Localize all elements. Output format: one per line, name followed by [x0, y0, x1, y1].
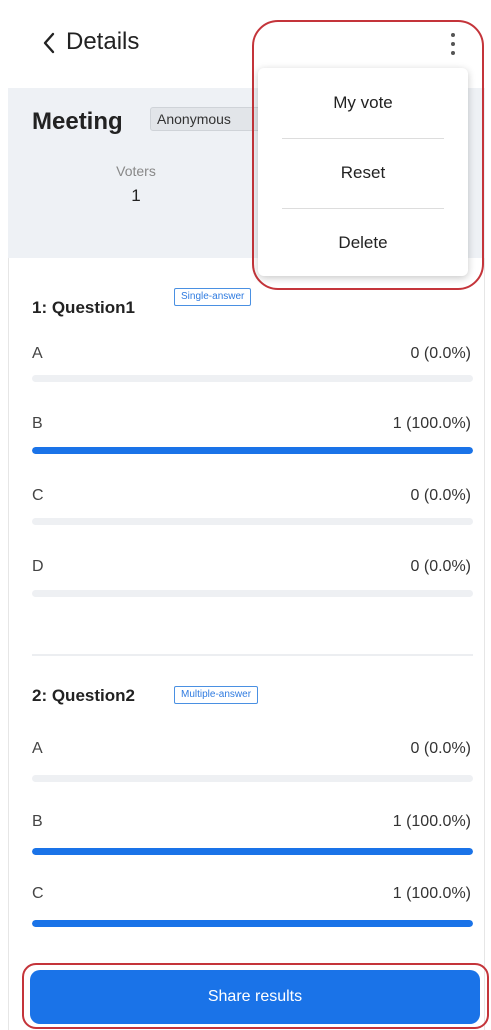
option-label: B [32, 813, 43, 830]
option-label: C [32, 885, 44, 902]
vote-title: Meeting [32, 108, 123, 135]
menu-item-reset[interactable]: Reset [258, 138, 468, 208]
anonymous-badge: Anonymous [150, 107, 262, 131]
option-label: A [32, 740, 43, 757]
share-results-button[interactable]: Share results [30, 970, 480, 1024]
option-result: 0 (0.0%) [410, 487, 471, 504]
option-result: 0 (0.0%) [410, 345, 471, 362]
option-progress-bar [32, 848, 473, 855]
question-title: 1: Question1 [32, 298, 135, 317]
voters-count: 1 [131, 186, 141, 205]
answer-type-badge: Single-answer [174, 288, 252, 306]
option-label: C [32, 487, 44, 504]
option-result: 1 (100.0%) [392, 415, 471, 432]
back-arrow-icon[interactable] [38, 30, 60, 56]
option-progress-bar [32, 447, 473, 454]
option-progress-bar [32, 375, 473, 382]
option-result: 0 (0.0%) [410, 558, 471, 575]
option-progress-bar [32, 590, 473, 597]
progress-fill [32, 447, 473, 454]
question-title: 2: Question2 [32, 686, 135, 705]
progress-fill [32, 848, 473, 855]
section-divider [32, 654, 473, 656]
option-result: 1 (100.0%) [392, 813, 471, 830]
option-label: A [32, 345, 43, 362]
voters-label: Voters [116, 163, 156, 179]
option-label: B [32, 415, 43, 432]
overflow-menu: My vote Reset Delete [258, 68, 468, 276]
page-title: Details [66, 28, 140, 55]
progress-fill [32, 920, 473, 927]
option-progress-bar [32, 518, 473, 525]
answer-type-badge: Multiple-answer [174, 686, 259, 704]
option-label: D [32, 558, 44, 575]
menu-item-delete[interactable]: Delete [258, 208, 468, 278]
option-result: 0 (0.0%) [410, 740, 471, 757]
menu-item-my-vote[interactable]: My vote [258, 68, 468, 138]
option-progress-bar [32, 775, 473, 782]
option-result: 1 (100.0%) [392, 885, 471, 902]
option-progress-bar [32, 920, 473, 927]
